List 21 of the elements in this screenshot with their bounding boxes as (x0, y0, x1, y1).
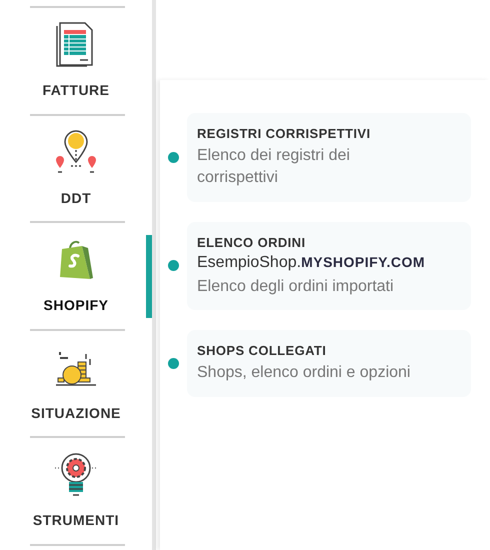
item-title: ELENCO ORDINI (197, 234, 306, 250)
shopping-bag-icon (58, 239, 94, 281)
submenu-item[interactable]: ELENCO ORDINI EsempioShop.MYSHOPIFY.COM Elenco degli ordini importati (187, 222, 471, 310)
item-title: REGISTRI CORRISPETTIVI (197, 126, 372, 141)
sidebar-item[interactable]: DDT (0, 114, 152, 221)
bullet-icon (168, 358, 179, 369)
sidebar-item[interactable]: SITUAZIONE (0, 328, 152, 436)
item-description: Elenco dei registri dei corrispettivi (197, 146, 351, 188)
submenu-item[interactable]: SHOPS COLLEGATI Shops, elenco ordini e opzioni (187, 330, 471, 397)
item-title: SHOPS COLLEGATI (197, 343, 328, 358)
map-pin-icon (53, 130, 99, 176)
lightbulb-gear-icon (54, 452, 98, 498)
sidebar-item[interactable]: STRUMENTI (0, 436, 152, 544)
bullet-icon (168, 152, 179, 163)
sidebar-item[interactable]: SHOPIFY (0, 221, 152, 328)
item-description: Shops, elenco ordini e opzioni (197, 363, 412, 384)
item-description: Elenco degli ordini importati (197, 276, 395, 297)
bullet-icon (168, 260, 179, 272)
submenu-item[interactable]: REGISTRI CORRISPETTIVI Elenco dei registri dei corrispettivi (187, 113, 471, 202)
shop-domain: EsempioShop.MYSHOPIFY.COM (197, 254, 426, 272)
sidebar-item[interactable]: FATTURE (0, 6, 152, 114)
